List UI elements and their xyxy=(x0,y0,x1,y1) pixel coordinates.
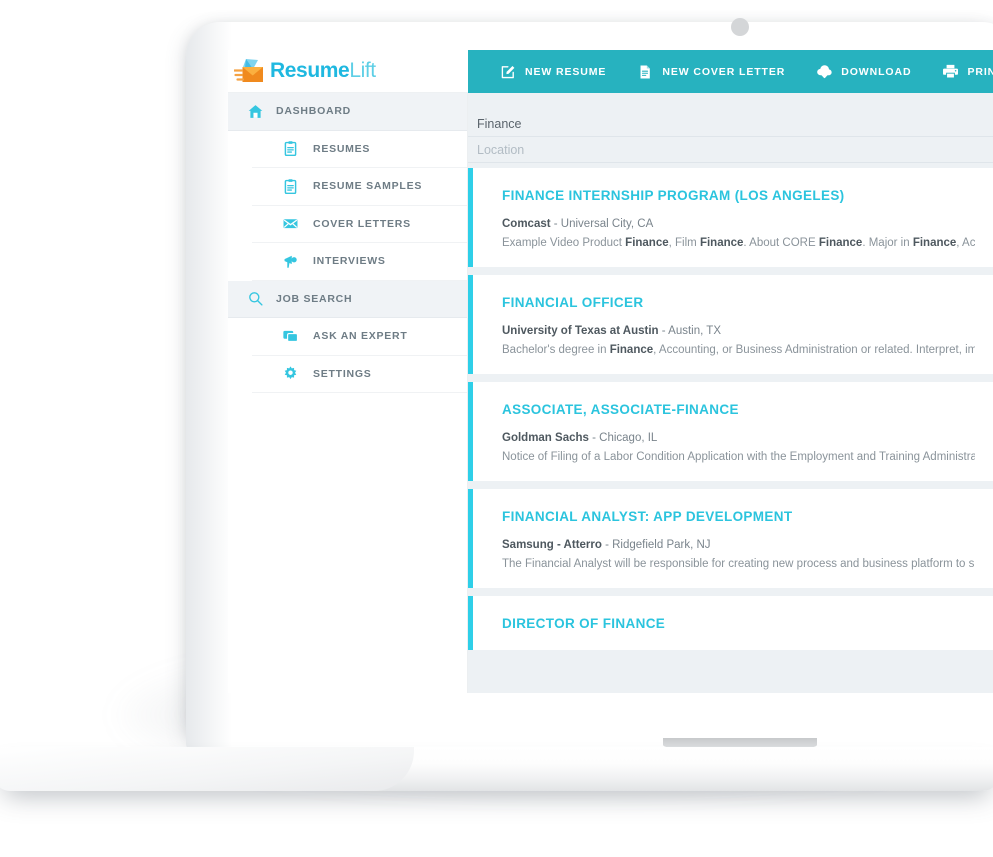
job-snippet-text: . About CORE xyxy=(743,237,819,249)
chat-bubbles-icon xyxy=(277,323,303,349)
toolbar-button-label: PRINT xyxy=(967,65,993,78)
job-company-location: Goldman Sachs - Chicago, IL xyxy=(502,432,975,444)
job-snippet-text: The Financial Analyst will be responsibl… xyxy=(502,558,975,570)
cloud-download-icon xyxy=(815,63,833,81)
job-company-location: Comcast - Universal City, CA xyxy=(502,218,975,230)
job-snippet-keyword: Finance xyxy=(818,237,863,249)
sidebar-item-label: RESUME SAMPLES xyxy=(313,180,423,193)
gear-icon xyxy=(277,361,303,387)
job-result-card[interactable]: DIRECTOR OF FINANCE xyxy=(468,596,993,650)
job-snippet-keyword: Finance xyxy=(699,237,744,249)
job-snippet: Example Video Product Finance, Film Fina… xyxy=(502,237,975,249)
job-result-card[interactable]: FINANCIAL ANALYST: APP DEVELOPMENT Samsun… xyxy=(468,489,993,588)
sidebar-item-label: RESUMES xyxy=(313,142,371,155)
job-company-name: Comcast xyxy=(502,218,551,230)
sidebar-item-label: DASHBOARD xyxy=(276,105,351,118)
job-title[interactable]: FINANCE INTERNSHIP PROGRAM (LOS ANGELES) xyxy=(502,188,975,203)
sidebar-item-label: JOB SEARCH xyxy=(276,292,353,305)
sidebar-item-label: ASK AN EXPERT xyxy=(313,330,408,343)
sidebar-item-job-search[interactable]: JOB SEARCH xyxy=(228,280,467,318)
sidebar-item-settings[interactable]: SETTINGS xyxy=(252,356,467,393)
laptop-screen: ResumeLift DASHBOARD RESUMES RESUME SAMPLE… xyxy=(228,50,993,693)
toolbar-new-resume-button[interactable]: NEW RESUME xyxy=(490,50,615,93)
action-toolbar: NEW RESUMENEW COVER LETTERDOWNLOADPRINTE… xyxy=(468,50,993,93)
job-location: - Chicago, IL xyxy=(588,432,658,444)
job-title[interactable]: ASSOCIATE, ASSOCIATE-FINANCE xyxy=(502,402,975,417)
envelope-plane-icon xyxy=(233,58,264,84)
job-results-list: FINANCE INTERNSHIP PROGRAM (LOS ANGELES)… xyxy=(468,163,993,650)
job-location: - Universal City, CA xyxy=(550,218,654,230)
job-company-name: Goldman Sachs xyxy=(502,432,589,444)
job-location: - Austin, TX xyxy=(658,325,722,337)
clipboard-icon xyxy=(277,173,303,199)
brand-name-bold: Resume xyxy=(270,59,350,82)
job-location: - Ridgefield Park, NJ xyxy=(601,539,711,551)
webcam-dot xyxy=(731,18,749,36)
document-icon xyxy=(636,63,654,81)
job-snippet-text: , Accounting, or Business Administration… xyxy=(653,344,975,356)
brand-logo-bar[interactable]: ResumeLift xyxy=(228,50,468,93)
job-title[interactable]: DIRECTOR OF FINANCE xyxy=(502,616,975,631)
sidebar-item-resumes[interactable]: RESUMES xyxy=(252,131,467,168)
job-snippet: Notice of Filing of a Labor Condition Ap… xyxy=(502,451,975,463)
job-snippet-text: Notice of Filing of a Labor Condition Ap… xyxy=(502,451,975,463)
keyword-search-value: Finance xyxy=(477,116,522,131)
magnifier-icon xyxy=(242,286,268,312)
job-snippet-text: , Accounting, or Business.... xyxy=(956,237,975,249)
job-snippet-keyword: Finance xyxy=(912,237,957,249)
job-snippet: Bachelor's degree in Finance, Accounting… xyxy=(502,344,975,356)
job-snippet-text: Example Video Product xyxy=(502,237,626,249)
sidebar-item-interviews[interactable]: INTERVIEWS xyxy=(252,243,467,281)
location-search-placeholder: Location xyxy=(477,142,525,157)
job-company-name: University of Texas at Austin xyxy=(502,325,659,337)
sidebar-item-cover-letters[interactable]: COVER LETTERS xyxy=(252,206,467,243)
job-search-panel: Finance Location FINANCE INTERNSHIP PROG… xyxy=(468,93,993,693)
sidebar-item-label: INTERVIEWS xyxy=(313,255,386,268)
sidebar-item-resume-samples[interactable]: RESUME SAMPLES xyxy=(252,168,467,206)
sidebar-item-dashboard[interactable]: DASHBOARD xyxy=(228,93,467,131)
toolbar-print-button[interactable]: PRINT xyxy=(932,50,993,93)
keyword-search-input[interactable]: Finance xyxy=(468,111,993,137)
sidebar-item-label: COVER LETTERS xyxy=(313,217,411,230)
job-snippet-text: , Film xyxy=(668,237,700,249)
printer-icon xyxy=(941,63,959,81)
edit-square-icon xyxy=(499,63,517,81)
screenshot-stage: ResumeLift DASHBOARD RESUMES RESUME SAMPLE… xyxy=(0,0,993,857)
job-snippet-keyword: Finance xyxy=(625,237,669,249)
toolbar-button-label: DOWNLOAD xyxy=(841,65,912,78)
sidebar-nav: DASHBOARD RESUMES RESUME SAMPLES COVER LETT… xyxy=(228,93,468,693)
toolbar-new-cover-letter-button[interactable]: NEW COVER LETTER xyxy=(627,50,794,93)
brand-name-light: Lift xyxy=(349,59,376,82)
clipboard-icon xyxy=(277,136,303,162)
brand-name: ResumeLift xyxy=(270,59,376,83)
toolbar-download-button[interactable]: DOWNLOAD xyxy=(806,50,920,93)
job-snippet-keyword: Finance xyxy=(609,344,654,356)
laptop-base-lip xyxy=(0,747,414,791)
job-company-location: Samsung - Atterro - Ridgefield Park, NJ xyxy=(502,539,975,551)
job-result-card[interactable]: ASSOCIATE, ASSOCIATE-FINANCE Goldman Sach… xyxy=(468,382,993,481)
job-result-card[interactable]: FINANCIAL OFFICER University of Texas at … xyxy=(468,275,993,374)
home-icon xyxy=(242,98,268,124)
megaphone-icon xyxy=(277,248,303,274)
toolbar-button-label: NEW COVER LETTER xyxy=(662,65,786,78)
toolbar-button-label: NEW RESUME xyxy=(525,65,607,78)
job-snippet-text: . Major in xyxy=(862,237,913,249)
job-company-location: University of Texas at Austin - Austin, … xyxy=(502,325,975,337)
job-company-name: Samsung - Atterro xyxy=(502,539,602,551)
location-search-input[interactable]: Location xyxy=(468,137,993,163)
job-title[interactable]: FINANCIAL ANALYST: APP DEVELOPMENT xyxy=(502,509,975,524)
sidebar-item-ask-an-expert[interactable]: ASK AN EXPERT xyxy=(252,318,467,356)
job-snippet-text: Bachelor's degree in xyxy=(502,344,610,356)
job-result-card[interactable]: FINANCE INTERNSHIP PROGRAM (LOS ANGELES)… xyxy=(468,168,993,267)
job-snippet: The Financial Analyst will be responsibl… xyxy=(502,558,975,570)
sidebar-item-label: SETTINGS xyxy=(313,367,372,380)
job-title[interactable]: FINANCIAL OFFICER xyxy=(502,295,975,310)
envelope-icon xyxy=(277,211,303,237)
